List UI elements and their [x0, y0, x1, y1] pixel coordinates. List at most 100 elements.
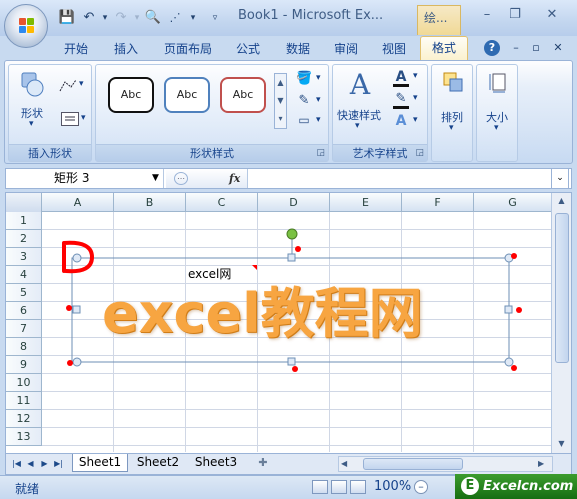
- close-icon[interactable]: ✕: [533, 6, 571, 24]
- vertical-scroll-thumb[interactable]: [555, 213, 569, 363]
- office-button[interactable]: [4, 4, 48, 48]
- shape-fill-dropdown-icon[interactable]: ▾: [316, 73, 321, 83]
- tab-page-layout[interactable]: 页面布局: [160, 39, 216, 60]
- text-fill-dropdown-icon[interactable]: ▾: [413, 71, 418, 81]
- shape-styles-group: Abc Abc Abc ▲ ▼ ▾ 🪣 ▾ ✎ ▾ ▭ ▾ 形状样式 ◲: [95, 64, 329, 162]
- text-fill-icon[interactable]: A: [393, 69, 409, 87]
- help-icon[interactable]: ?: [484, 40, 500, 56]
- shape-style-sample-3[interactable]: Abc: [220, 77, 266, 113]
- tab-insert[interactable]: 插入: [108, 39, 144, 60]
- save-icon[interactable]: 💾: [58, 9, 76, 27]
- office-logo-icon: [19, 18, 35, 34]
- edit-shape-icon[interactable]: [59, 79, 77, 93]
- quick-styles-icon[interactable]: A: [345, 69, 375, 101]
- red-marker-dot: [66, 305, 72, 311]
- customize-qat-icon[interactable]: ▿: [206, 9, 224, 27]
- rotation-handle[interactable]: [286, 228, 298, 240]
- arrange-dropdown-icon: ▾: [449, 123, 454, 133]
- scroll-down-icon[interactable]: ▼: [552, 436, 571, 452]
- ribbon-close-icon[interactable]: ✕: [550, 40, 566, 56]
- tab-view[interactable]: 视图: [376, 39, 412, 60]
- print-preview-icon[interactable]: 🔍: [144, 9, 162, 27]
- formula-input[interactable]: [250, 169, 550, 188]
- text-effects-dropdown-icon[interactable]: ▾: [413, 115, 418, 125]
- ribbon: 形状 ▾ ▾ ▾ 插入形状 Abc Abc Abc ▲ ▼ ▾ 🪣 ▾ ✎ ▾ ▭ …: [4, 60, 573, 164]
- name-box-dropdown-icon[interactable]: ▼: [152, 169, 159, 188]
- shapes-dropdown-icon[interactable]: ▾: [29, 119, 34, 129]
- scroll-up-icon[interactable]: ▲: [552, 193, 571, 209]
- tab-home[interactable]: 开始: [58, 39, 94, 60]
- size-dropdown-icon: ▾: [494, 123, 499, 133]
- scroll-right-icon[interactable]: ▶: [538, 457, 552, 471]
- minimize-icon[interactable]: –: [477, 6, 497, 24]
- resize-handle-bottom[interactable]: [287, 357, 296, 366]
- cell-comment-text: excel网: [188, 266, 232, 282]
- watermark-logo-icon: E: [461, 477, 479, 495]
- insert-function-icon[interactable]: fx: [229, 169, 240, 188]
- styles-gallery-scroll[interactable]: ▲ ▼ ▾: [274, 73, 287, 129]
- prev-sheet-icon[interactable]: ◀: [24, 457, 37, 470]
- resize-handle-right[interactable]: [504, 305, 513, 314]
- sheet-tab-1[interactable]: Sheet1: [72, 454, 128, 472]
- shape-effects-dropdown-icon[interactable]: ▾: [316, 115, 321, 125]
- title-bar: 💾 ↶ ▾ ↷ ▾ 🔍 ⋰ ▾ ▿ Book1 - Microsoft Ex..…: [0, 0, 577, 36]
- resize-handle-top[interactable]: [287, 253, 296, 262]
- formula-grip-icon[interactable]: ⋯: [174, 172, 188, 185]
- tab-formulas[interactable]: 公式: [230, 39, 266, 60]
- next-sheet-icon[interactable]: ▶: [38, 457, 51, 470]
- horizontal-scroll-thumb[interactable]: [363, 458, 463, 470]
- shape-style-sample-1[interactable]: Abc: [108, 77, 154, 113]
- last-sheet-icon[interactable]: ▶|: [52, 457, 65, 470]
- name-box[interactable]: 矩形 3: [6, 169, 164, 188]
- select-objects-dropdown-icon[interactable]: ▾: [184, 9, 202, 27]
- zoom-out-icon[interactable]: –: [414, 480, 428, 494]
- text-outline-dropdown-icon[interactable]: ▾: [413, 93, 418, 103]
- vertical-scrollbar[interactable]: ▲ ▼: [551, 193, 571, 453]
- insert-shapes-group-label: 插入形状: [9, 144, 91, 161]
- formula-bar: 矩形 3 ▼ ⋯ fx: [5, 168, 572, 189]
- resize-handle-left[interactable]: [72, 305, 81, 314]
- page-break-view-icon[interactable]: [350, 480, 366, 494]
- shape-fill-icon[interactable]: 🪣: [296, 71, 312, 87]
- shape-outline-dropdown-icon[interactable]: ▾: [316, 95, 321, 105]
- shape-styles-launcher-icon[interactable]: ◲: [316, 148, 325, 158]
- normal-view-icon[interactable]: [312, 480, 328, 494]
- size-group[interactable]: 大小 ▾: [476, 64, 518, 162]
- horizontal-scrollbar[interactable]: ◀ ▶: [338, 456, 553, 472]
- ribbon-restore-icon[interactable]: ▫: [528, 40, 544, 56]
- tab-data[interactable]: 数据: [280, 39, 316, 60]
- first-sheet-icon[interactable]: |◀: [10, 457, 23, 470]
- red-marker-dot: [292, 366, 298, 372]
- shape-outline-icon[interactable]: ✎: [296, 93, 312, 109]
- sheet-tab-3[interactable]: Sheet3: [188, 454, 244, 472]
- insert-sheet-icon[interactable]: ✚: [252, 454, 274, 472]
- select-objects-icon[interactable]: ⋰: [166, 9, 184, 27]
- wordart-launcher-icon[interactable]: ◲: [415, 148, 424, 158]
- zoom-level[interactable]: 100%: [374, 479, 411, 494]
- worksheet[interactable]: A B C D E F G 1 2 3 4 5 6 7 8 9 10 11 12…: [5, 192, 572, 454]
- shapes-icon[interactable]: [19, 71, 45, 99]
- wordart-text[interactable]: excel教程网: [102, 279, 502, 349]
- shape-style-sample-2[interactable]: Abc: [164, 77, 210, 113]
- text-effects-icon[interactable]: A: [393, 113, 409, 129]
- window-title: Book1 - Microsoft Ex...: [238, 8, 384, 23]
- restore-icon[interactable]: ❐: [505, 6, 525, 24]
- tab-format[interactable]: 格式: [420, 36, 468, 61]
- resize-handle-top-left[interactable]: [72, 253, 82, 263]
- tab-review[interactable]: 审阅: [328, 39, 364, 60]
- resize-handle-bottom-left[interactable]: [72, 357, 82, 367]
- quick-styles-dropdown-icon[interactable]: ▾: [355, 121, 360, 131]
- edit-shape-dropdown-icon[interactable]: ▾: [79, 79, 84, 89]
- text-box-icon[interactable]: [61, 112, 79, 126]
- scroll-left-icon[interactable]: ◀: [341, 457, 355, 471]
- page-layout-view-icon[interactable]: [331, 480, 347, 494]
- text-box-dropdown-icon[interactable]: ▾: [81, 113, 86, 123]
- ribbon-minimize-icon[interactable]: –: [508, 40, 524, 56]
- text-outline-icon[interactable]: ✎: [393, 91, 409, 109]
- resize-handle-bottom-right[interactable]: [504, 357, 514, 367]
- expand-formula-bar-icon[interactable]: ⌄: [551, 168, 569, 189]
- arrange-group[interactable]: 排列 ▾: [431, 64, 473, 162]
- sheet-tab-2[interactable]: Sheet2: [130, 454, 186, 472]
- shape-effects-icon[interactable]: ▭: [296, 113, 312, 127]
- formula-buttons: ⋯ fx: [166, 169, 248, 188]
